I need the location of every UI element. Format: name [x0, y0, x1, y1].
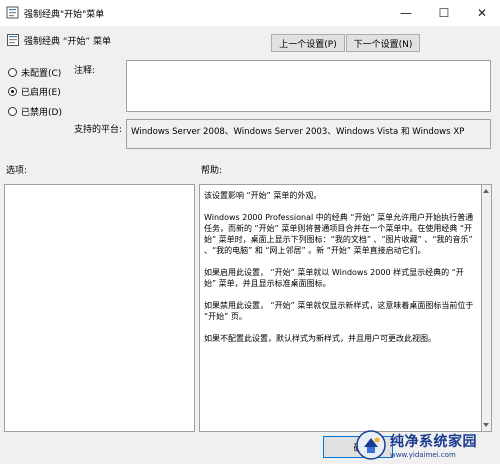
- help-paragraph: 如果不配置此设置，默认样式为新样式，并且用户可更改此视图。: [204, 334, 436, 343]
- help-paragraph: 如果禁用此设置， “开始” 菜单就仅显示新样式，这意味着桌面图标当前位于 “开始…: [204, 301, 474, 321]
- policy-title: 强制经典 “开始” 菜单: [24, 37, 112, 47]
- scroll-up-icon[interactable]: [483, 189, 489, 193]
- window-title: 强制经典"开始"菜单: [24, 10, 105, 20]
- radio-button-checked[interactable]: [8, 87, 17, 96]
- title-bar[interactable]: 强制经典"开始"菜单 — ☐ ✕: [0, 0, 500, 26]
- maximize-button[interactable]: ☐: [426, 0, 462, 26]
- policy-icon: [7, 34, 19, 46]
- options-label: 选项:: [6, 166, 28, 176]
- help-scrollbar[interactable]: [482, 184, 492, 432]
- radio-label: 已禁用(D): [21, 108, 62, 118]
- radio-button[interactable]: [8, 68, 17, 77]
- watermark-logo-icon: [356, 430, 386, 460]
- watermark-url: www.yidaimei.com: [390, 451, 456, 459]
- supported-platform-field[interactable]: Windows Server 2008、Windows Server 2003、…: [126, 119, 491, 149]
- help-paragraph: 如果启用此设置， “开始” 菜单就以 Windows 2000 样式显示经典的 …: [204, 268, 464, 288]
- radio-label: 已启用(E): [21, 88, 61, 98]
- help-paragraph: 该设置影响 “开始” 菜单的外观。: [204, 191, 322, 200]
- help-label: 帮助:: [201, 166, 223, 176]
- minimize-button[interactable]: —: [388, 0, 424, 26]
- next-setting-button[interactable]: 下一个设置(N): [346, 34, 420, 52]
- help-paragraph: Windows 2000 Professional 中的经典 “开始” 菜单允许…: [204, 213, 474, 255]
- site-watermark: 纯净系统家园 www.yidaimei.com: [356, 426, 500, 464]
- close-button[interactable]: ✕: [464, 0, 500, 26]
- radio-button[interactable]: [8, 107, 17, 116]
- watermark-title: 纯净系统家园: [390, 434, 477, 450]
- comment-field[interactable]: [126, 60, 491, 112]
- supported-platform-label: 支持的平台:: [74, 125, 123, 135]
- comment-label: 注释:: [74, 66, 96, 76]
- help-pane[interactable]: 该设置影响 “开始” 菜单的外观。 Windows 2000 Professio…: [199, 184, 482, 432]
- policy-settings-icon: [6, 6, 19, 19]
- radio-not-configured[interactable]: 未配置(C): [8, 66, 61, 79]
- radio-enabled[interactable]: 已启用(E): [8, 85, 61, 98]
- options-pane[interactable]: [4, 184, 195, 432]
- radio-disabled[interactable]: 已禁用(D): [8, 105, 62, 118]
- previous-setting-button[interactable]: 上一个设置(P): [271, 34, 345, 52]
- radio-label: 未配置(C): [21, 69, 62, 79]
- policy-dialog: 强制经典"开始"菜单 — ☐ ✕ 强制经典 “开始” 菜单 上一个设置(P) 下…: [0, 0, 500, 464]
